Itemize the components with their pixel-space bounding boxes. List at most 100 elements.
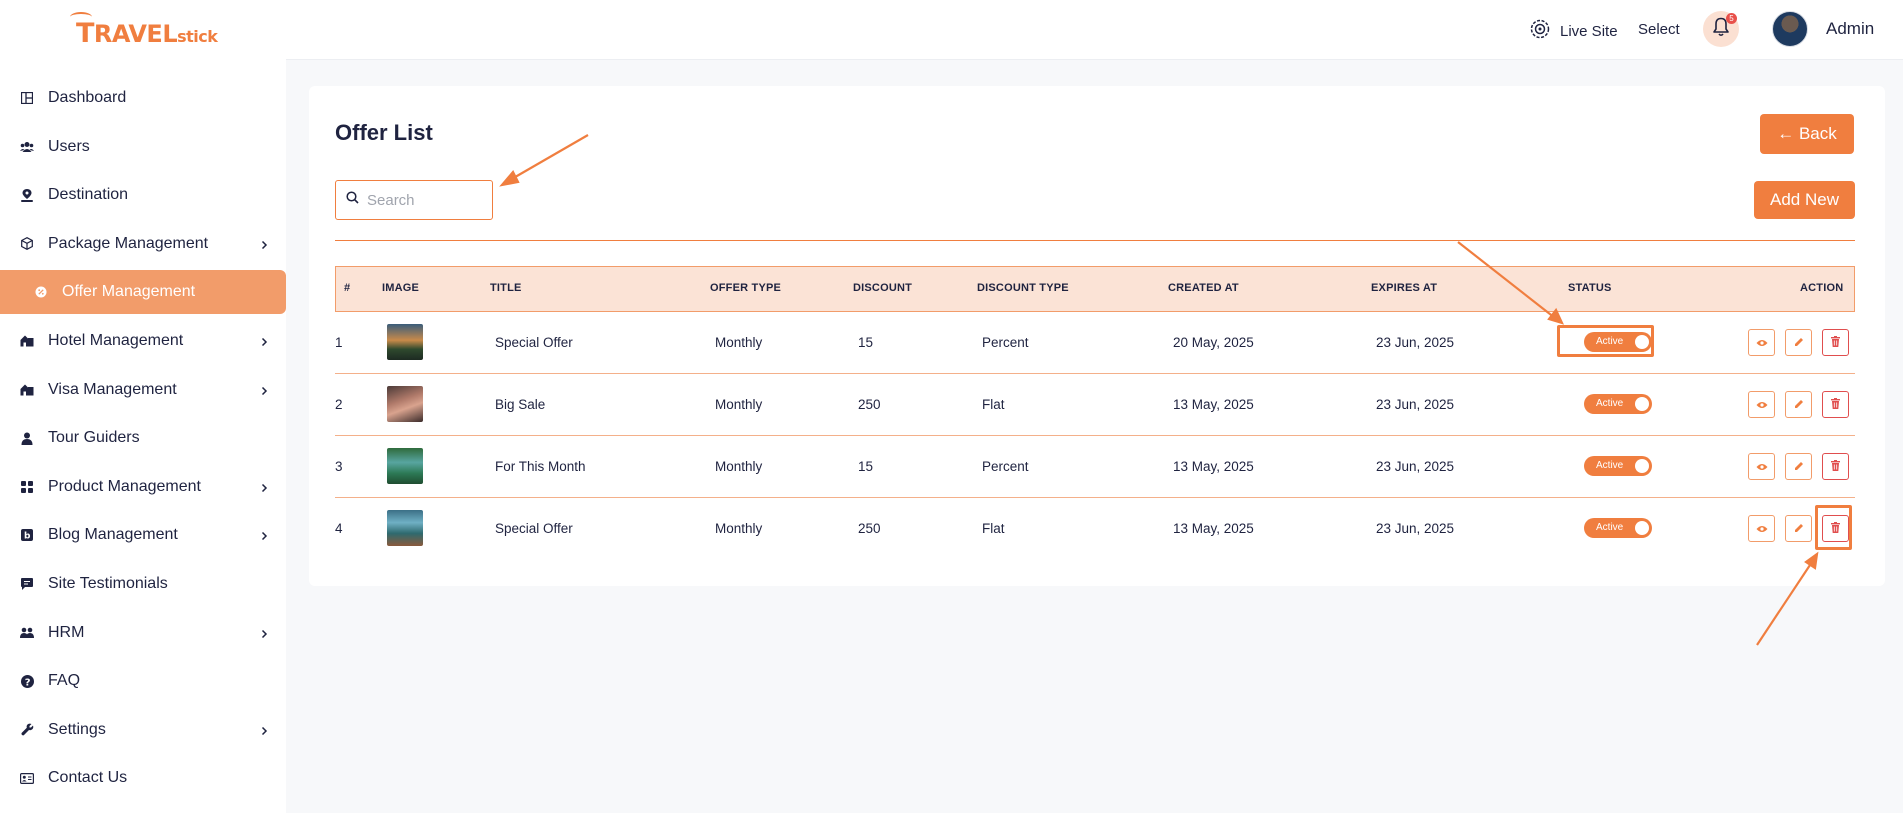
offer-type: Monthly xyxy=(715,459,763,474)
sidebar-item-label: Package Management xyxy=(48,234,209,252)
edit-button[interactable] xyxy=(1785,329,1812,356)
offer-type: Monthly xyxy=(715,397,763,412)
chevron-right-icon xyxy=(261,480,268,498)
grid-icon xyxy=(20,480,34,494)
brand-logo[interactable]: TRAVELstick xyxy=(70,12,218,49)
pencil-icon xyxy=(1794,520,1804,538)
discount-value: 250 xyxy=(858,521,881,536)
hotel-icon xyxy=(20,334,34,348)
toggle-knob xyxy=(1635,459,1649,473)
delete-button[interactable] xyxy=(1822,391,1849,418)
sidebar-item-label: Visa Management xyxy=(48,380,177,398)
visa-icon xyxy=(20,383,34,397)
sidebar-item-product-management[interactable]: Product Management xyxy=(0,465,286,509)
sidebar-item-label: Offer Management xyxy=(62,283,196,301)
add-new-button[interactable]: Add New xyxy=(1754,181,1855,219)
sidebar-item-users[interactable]: Users xyxy=(0,125,286,169)
notification-count-badge: 5 xyxy=(1726,13,1737,24)
svg-text:?: ? xyxy=(24,677,30,688)
box-icon xyxy=(20,237,34,251)
sidebar-item-label: Tour Guiders xyxy=(48,429,140,447)
expires-at: 23 Jun, 2025 xyxy=(1376,521,1455,536)
sidebar-item-settings[interactable]: Settings xyxy=(0,708,286,752)
view-button[interactable] xyxy=(1748,391,1775,418)
offer-image xyxy=(387,510,423,546)
users-icon xyxy=(20,140,34,154)
dashboard-icon xyxy=(20,91,34,105)
edit-button[interactable] xyxy=(1785,453,1812,480)
sidebar-item-blog-management[interactable]: b Blog Management xyxy=(0,513,286,557)
sidebar-item-label: Destination xyxy=(48,186,129,204)
eye-icon xyxy=(1756,334,1768,352)
delete-button[interactable] xyxy=(1822,453,1849,480)
sidebar-item-dashboard[interactable]: Dashboard xyxy=(0,76,286,120)
offer-image xyxy=(387,448,423,484)
user-name[interactable]: Admin xyxy=(1826,19,1874,39)
view-button[interactable] xyxy=(1748,329,1775,356)
page-title: Offer List xyxy=(335,120,433,145)
pencil-icon xyxy=(1794,334,1804,352)
eye-icon xyxy=(1756,458,1768,476)
sidebar-item-tour-guiders[interactable]: Tour Guiders xyxy=(0,416,286,460)
column-header-discount-type: DISCOUNT TYPE xyxy=(977,282,1069,294)
sidebar-item-contact-us[interactable]: Contact Us xyxy=(0,756,286,800)
notification-button[interactable]: 5 xyxy=(1703,11,1739,47)
view-button[interactable] xyxy=(1748,453,1775,480)
sidebar-item-label: Dashboard xyxy=(48,89,127,106)
sidebar-item-package-management[interactable]: Package Management xyxy=(0,222,286,266)
offer-title: For This Month xyxy=(495,459,586,474)
svg-text:b: b xyxy=(24,532,31,542)
sidebar-item-hrm[interactable]: HRM xyxy=(0,611,286,655)
sidebar-item-label: Settings xyxy=(48,720,106,738)
expires-at: 23 Jun, 2025 xyxy=(1376,459,1455,474)
discount-value: 15 xyxy=(858,459,874,474)
sidebar-item-faq[interactable]: ? FAQ xyxy=(0,659,286,703)
sidebar-item-hotel-management[interactable]: Hotel Management xyxy=(0,319,286,363)
status-toggle[interactable]: Active xyxy=(1584,518,1652,538)
avatar[interactable] xyxy=(1772,11,1808,47)
expires-at: 23 Jun, 2025 xyxy=(1376,335,1455,350)
chevron-right-icon xyxy=(261,237,268,255)
chevron-right-icon xyxy=(261,383,268,401)
sidebar-item-visa-management[interactable]: Visa Management xyxy=(0,368,286,412)
search-icon xyxy=(346,191,359,209)
search-input[interactable] xyxy=(367,191,482,209)
logo-swoosh-icon xyxy=(70,12,92,22)
pencil-icon xyxy=(1794,396,1804,414)
column-header-offer-type: OFFER TYPE xyxy=(710,282,782,294)
sidebar-item-label: Hotel Management xyxy=(48,331,184,349)
sidebar-item-label: Site Testimonials xyxy=(48,574,168,592)
view-button[interactable] xyxy=(1748,515,1775,542)
search-box[interactable] xyxy=(335,180,493,220)
chevron-right-icon xyxy=(261,528,268,546)
sidebar-item-destination[interactable]: Destination xyxy=(0,173,286,217)
table-row: 3 For This Month Monthly 15 Percent 13 M… xyxy=(335,436,1855,498)
sidebar-item-label: HRM xyxy=(48,623,85,641)
status-highlight-box xyxy=(1557,325,1654,357)
offer-type: Monthly xyxy=(715,521,763,536)
logo-text-main: RAVEL xyxy=(93,20,178,48)
trash-icon xyxy=(1831,396,1840,414)
created-at: 20 May, 2025 xyxy=(1173,335,1254,350)
created-at: 13 May, 2025 xyxy=(1173,397,1254,412)
edit-button[interactable] xyxy=(1785,515,1812,542)
sidebar-item-site-testimonials[interactable]: Site Testimonials xyxy=(0,562,286,606)
sidebar-item-offer-management[interactable]: Offer Management xyxy=(0,270,286,315)
discount-value: 250 xyxy=(858,397,881,412)
edit-button[interactable] xyxy=(1785,391,1812,418)
trash-icon xyxy=(1831,334,1840,352)
team-icon xyxy=(20,626,34,640)
status-toggle[interactable]: Active xyxy=(1584,456,1652,476)
logo-letter: T xyxy=(76,18,94,49)
divider xyxy=(335,240,1855,241)
column-header-action: ACTION xyxy=(1800,282,1844,294)
chevron-right-icon xyxy=(261,334,268,352)
status-toggle[interactable]: Active xyxy=(1584,394,1652,414)
live-site-link[interactable]: Live Site xyxy=(1530,19,1618,43)
discount-type: Percent xyxy=(982,335,1029,350)
discount-type: Flat xyxy=(982,397,1005,412)
delete-button[interactable] xyxy=(1822,329,1849,356)
language-select[interactable]: Select xyxy=(1638,21,1680,38)
chevron-right-icon xyxy=(261,626,268,644)
back-button[interactable]: ← Back xyxy=(1760,114,1854,154)
